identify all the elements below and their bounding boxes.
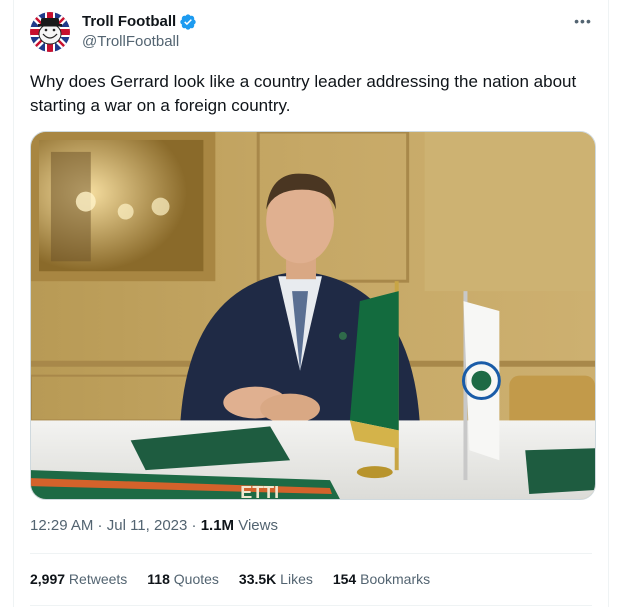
tweet-time[interactable]: 12:29 AM	[30, 517, 93, 534]
author-display-name[interactable]: Troll Football	[82, 12, 176, 32]
views-label: Views	[234, 517, 278, 534]
verified-badge-icon	[179, 13, 197, 31]
meta-separator: ·	[93, 517, 107, 534]
quotes-count: 118	[147, 571, 170, 587]
troll-face-union-jack-icon	[30, 12, 70, 52]
retweets-stat[interactable]: 2,997 Retweets	[30, 569, 127, 589]
likes-stat[interactable]: 33.5K Likes	[239, 569, 313, 589]
more-options-button[interactable]: •••	[572, 10, 594, 32]
bookmarks-label: Bookmarks	[356, 571, 431, 587]
quotes-stat[interactable]: 118 Quotes	[147, 569, 219, 589]
engagement-stats: 2,997 Retweets 118 Quotes 33.5K Likes 15…	[30, 569, 450, 589]
retweets-count: 2,997	[30, 571, 66, 587]
tweet-date[interactable]: Jul 11, 2023	[107, 517, 188, 534]
meta-separator: ·	[187, 517, 201, 534]
divider	[30, 605, 592, 606]
tweet-card: Troll Football @TrollFootball ••• Why do…	[13, 0, 609, 607]
likes-label: Likes	[276, 571, 313, 587]
bookmarks-stat[interactable]: 154 Bookmarks	[333, 569, 430, 589]
avatar[interactable]	[30, 12, 70, 52]
author-name-row[interactable]: Troll Football	[82, 12, 197, 32]
tweet-text: Why does Gerrard look like a country lea…	[30, 72, 577, 115]
gerrard-press-photo: ETTI	[31, 132, 595, 499]
retweets-label: Retweets	[65, 571, 128, 587]
scarf-text: ETTI	[240, 482, 279, 499]
ellipsis-icon: •••	[574, 13, 592, 29]
tweet-media-photo[interactable]: ETTI	[30, 131, 596, 500]
author-handle[interactable]: @TrollFootball	[82, 33, 179, 51]
views-count: 1.1M	[200, 517, 235, 534]
bookmarks-count: 154	[332, 571, 357, 587]
tweet-meta: 12:29 AM · Jul 11, 2023 · 1.1M Views	[30, 516, 278, 536]
divider	[30, 553, 592, 554]
likes-count: 33.5K	[238, 571, 277, 587]
quotes-label: Quotes	[169, 571, 219, 587]
